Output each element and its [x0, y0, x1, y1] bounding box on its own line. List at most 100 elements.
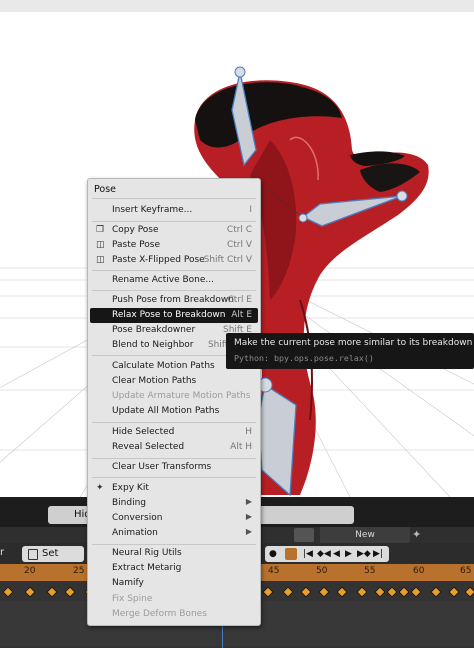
- menu-separator: [92, 458, 256, 459]
- menu-item-shortcut: Shift Ctrl V: [203, 255, 252, 265]
- menu-item-hide-selected[interactable]: Hide Selected H: [90, 425, 258, 440]
- menu-item-label: Paste X-Flipped Pose: [112, 255, 205, 265]
- keyframe-marker[interactable]: [336, 586, 348, 598]
- menu-item-shortcut: Ctrl V: [226, 240, 252, 250]
- keyframe-marker[interactable]: [410, 586, 422, 598]
- set-start-button[interactable]: Set Start: [22, 546, 84, 575]
- menu-item-label: Hide Selected: [112, 427, 175, 437]
- menu-item-clear-motion-paths[interactable]: Clear Motion Paths: [90, 374, 258, 389]
- frame-tick: 55: [364, 566, 376, 576]
- keyframe-marker[interactable]: [300, 586, 312, 598]
- menu-item-label: Calculate Motion Paths: [112, 361, 215, 371]
- prev-keyframe-icon[interactable]: ◆◀: [317, 546, 331, 562]
- menu-item-clear-user-transforms[interactable]: Clear User Transforms: [90, 460, 258, 475]
- frame-tick: 60: [413, 566, 425, 576]
- keyframe-marker[interactable]: [398, 586, 410, 598]
- menu-item-neural-rig-utils[interactable]: Neural Rig Utils: [90, 546, 258, 561]
- menu-item-namify[interactable]: Namify: [90, 576, 258, 591]
- menu-item-label: Namify: [112, 578, 144, 588]
- menu-title: Pose: [94, 184, 116, 195]
- menu-item-update-all-motion-paths[interactable]: Update All Motion Paths: [90, 404, 258, 419]
- menu-item-label: Fix Spine: [112, 594, 153, 604]
- armature-running-icon: ✦: [96, 483, 104, 493]
- submenu-arrow-icon: ▶: [245, 512, 252, 521]
- keyframe-marker[interactable]: [64, 586, 76, 598]
- menu-item-shortcut: Ctrl C: [226, 225, 252, 235]
- menu-item-shortcut: Ctrl E: [227, 295, 252, 305]
- keyframe-marker[interactable]: [282, 586, 294, 598]
- submenu-arrow-icon: ▶: [245, 497, 252, 506]
- auto-key-icon[interactable]: [285, 548, 297, 560]
- menu-item-push-pose[interactable]: Push Pose from Breakdown Ctrl E: [90, 293, 258, 308]
- jump-start-icon[interactable]: |◀: [303, 546, 313, 562]
- tooltip-description: Make the current pose more similar to it…: [234, 338, 474, 348]
- menu-separator: [92, 422, 256, 423]
- menu-item-label: Clear Motion Paths: [112, 376, 197, 386]
- menu-separator: [92, 290, 256, 291]
- range-label: r: [0, 547, 5, 558]
- menu-item-shortcut: I: [249, 205, 252, 215]
- menu-item-label: Paste Pose: [112, 240, 160, 250]
- menu-item-rename-active-bone[interactable]: Rename Active Bone...: [90, 273, 258, 288]
- menu-item-label: Conversion: [112, 513, 163, 523]
- menu-item-label: Copy Pose: [112, 225, 159, 235]
- menu-item-label: Expy Kit: [112, 483, 149, 493]
- menu-item-relax-pose[interactable]: Relax Pose to Breakdown Alt E: [90, 308, 258, 323]
- copy-icon: ❐: [96, 225, 105, 235]
- menu-item-paste-x-flipped-pose[interactable]: ◫ Paste X-Flipped Pose Shift Ctrl V: [90, 253, 258, 268]
- menu-item-label: Binding: [112, 498, 147, 508]
- keyframe-marker[interactable]: [2, 586, 14, 598]
- frame-icon: [28, 549, 38, 560]
- paste-icon: ◫: [96, 240, 105, 250]
- keyframe-marker[interactable]: [24, 586, 36, 598]
- menu-item-conversion[interactable]: Conversion ▶: [90, 511, 258, 526]
- keyframe-marker[interactable]: [374, 586, 386, 598]
- menu-item-label: Relax Pose to Breakdown: [112, 310, 226, 320]
- play-reverse-icon[interactable]: ◀: [333, 546, 340, 562]
- keyframe-marker[interactable]: [430, 586, 442, 598]
- menu-item-reveal-selected[interactable]: Reveal Selected Alt H: [90, 440, 258, 455]
- pose-context-menu: Pose Insert Keyframe... I ❐ Copy Pose Ct…: [87, 178, 261, 626]
- menu-item-insert-keyframe[interactable]: Insert Keyframe... I: [90, 203, 258, 218]
- submenu-arrow-icon: ▶: [245, 527, 252, 536]
- blender-window: Hid New ✦ r Set Start ● |◀ ◆◀ ◀ ▶ ▶◆ ▶|: [0, 0, 474, 648]
- play-icon[interactable]: ▶: [345, 546, 352, 562]
- action-browse-icon[interactable]: [294, 528, 314, 542]
- keyframe-marker[interactable]: [448, 586, 460, 598]
- paste-flipped-icon: ◫: [96, 255, 105, 265]
- keyframe-marker[interactable]: [464, 586, 474, 598]
- next-keyframe-icon[interactable]: ▶◆: [357, 546, 371, 562]
- menu-item-binding[interactable]: Binding ▶: [90, 496, 258, 511]
- operator-tooltip: Make the current pose more similar to it…: [226, 333, 474, 369]
- menu-item-shortcut: Alt H: [230, 442, 252, 452]
- keyframe-marker[interactable]: [46, 586, 58, 598]
- menu-item-expy-kit[interactable]: ✦ Expy Kit: [90, 481, 258, 496]
- menu-item-label: Push Pose from Breakdown: [112, 295, 234, 305]
- menu-item-paste-pose[interactable]: ◫ Paste Pose Ctrl V: [90, 238, 258, 253]
- frame-tick: 25: [73, 566, 85, 576]
- menu-item-merge-deform-bones: Merge Deform Bones: [90, 607, 258, 622]
- menu-item-label: Insert Keyframe...: [112, 205, 193, 215]
- pin-icon[interactable]: ✦: [412, 528, 426, 542]
- keyframe-marker[interactable]: [386, 586, 398, 598]
- menu-item-copy-pose[interactable]: ❐ Copy Pose Ctrl C: [90, 223, 258, 238]
- keyframe-marker[interactable]: [318, 586, 330, 598]
- menu-item-label: Update Armature Motion Paths: [112, 391, 251, 401]
- jump-end-icon[interactable]: ▶|: [373, 546, 383, 562]
- keyframe-marker[interactable]: [356, 586, 368, 598]
- tooltip-python: Python: bpy.ops.pose.relax(): [234, 353, 374, 363]
- playback-buttons: ● |◀ ◆◀ ◀ ▶ ▶◆ ▶|: [265, 546, 389, 562]
- menu-item-label: Merge Deform Bones: [112, 609, 207, 619]
- keyframe-marker[interactable]: [262, 586, 274, 598]
- frame-tick: 50: [316, 566, 328, 576]
- menu-separator: [92, 544, 256, 545]
- menu-item-extract-metarig[interactable]: Extract Metarig: [90, 561, 258, 576]
- menu-item-shortcut: H: [245, 427, 252, 437]
- menu-item-label: Rename Active Bone...: [112, 275, 214, 285]
- frame-tick: 45: [268, 566, 280, 576]
- record-icon[interactable]: ●: [269, 546, 277, 562]
- menu-item-animation[interactable]: Animation ▶: [90, 526, 258, 541]
- menu-separator: [92, 221, 256, 222]
- menu-item-label: Update All Motion Paths: [112, 406, 220, 416]
- new-action-button[interactable]: New: [320, 527, 410, 543]
